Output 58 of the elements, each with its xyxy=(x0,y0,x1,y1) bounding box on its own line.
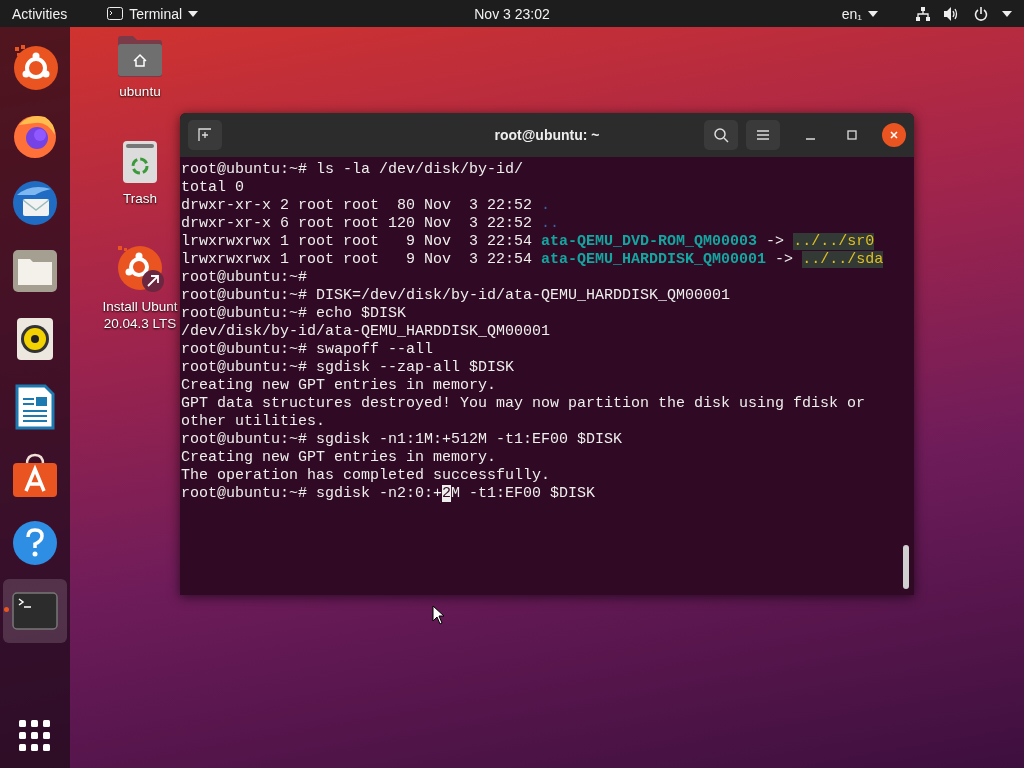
speaker-icon xyxy=(16,317,54,361)
minimize-icon xyxy=(805,138,815,140)
thunderbird-icon xyxy=(11,179,59,227)
terminal-line: lrwxrwxrwx 1 root root 9 Nov 3 22:54 ata-QEMU_DVD-ROM_QM00003 -> ../../sr0 xyxy=(181,233,875,251)
scrollbar-thumb[interactable] xyxy=(903,545,909,589)
terminal-line: root@ubuntu:~# sgdisk -n1:1M:+512M -t1:EF00 $DISK xyxy=(181,431,623,449)
activities-button[interactable]: Activities xyxy=(12,5,68,22)
terminal-line: total 0 xyxy=(181,179,244,197)
shopping-bag-icon xyxy=(12,452,58,498)
terminal-line: /dev/disk/by-id/ata-QEMU_HARDDISK_QM00001 xyxy=(181,323,551,341)
terminal-line: root@ubuntu:~# swapoff --all xyxy=(181,341,434,359)
folder-icon xyxy=(12,249,58,293)
maximize-icon xyxy=(847,130,857,140)
terminal-line: drwxr-xr-x 2 root root 80 Nov 3 22:52 . xyxy=(181,197,551,215)
search-button[interactable] xyxy=(704,120,738,150)
caret-icon xyxy=(188,10,199,17)
network-icon[interactable] xyxy=(916,6,930,21)
terminal-line: Creating new GPT entries in memory. xyxy=(181,449,497,467)
close-icon xyxy=(889,130,899,140)
terminal-line: root@ubuntu:~# ls -la /dev/disk/by-id/ xyxy=(181,161,524,179)
volume-icon[interactable] xyxy=(944,6,960,21)
menu-button[interactable] xyxy=(746,120,780,150)
desktop-icon-label[interactable]: Install Ubunt 20.04.3 LTS xyxy=(102,298,178,332)
app-menu[interactable]: Terminal xyxy=(107,5,199,22)
terminal-icon xyxy=(107,7,124,20)
terminal-line: lrwxrwxrwx 1 root root 9 Nov 3 22:54 ata-QEMU_HARDDISK_QM00001 -> ../../sda xyxy=(181,251,884,269)
new-tab-icon xyxy=(197,127,213,143)
desktop-icon-label[interactable]: Trash xyxy=(123,190,157,207)
terminal-line: drwxr-xr-x 6 root root 120 Nov 3 22:52 .. xyxy=(181,215,560,233)
installer-icon xyxy=(11,43,59,91)
caret-icon xyxy=(868,10,878,17)
terminal-line: root@ubuntu:~# sgdisk -n2:0:+2M -t1:EF00 $DISK xyxy=(181,485,596,503)
app-grid-icon[interactable] xyxy=(19,720,51,752)
terminal-line: root@ubuntu:~# sgdisk --zap-all $DISK xyxy=(181,359,515,377)
desktop-icon-label[interactable]: ubuntu xyxy=(119,83,161,100)
window-title: root@ubuntu: ~ xyxy=(494,127,600,143)
terminal-line: The operation has completed successfully. xyxy=(181,467,551,485)
terminal-line: root@ubuntu:~# xyxy=(181,269,308,287)
terminal-line: Creating new GPT entries in memory. xyxy=(181,377,497,395)
document-icon xyxy=(15,384,55,430)
caret-icon[interactable] xyxy=(1002,10,1012,17)
new-tab-button[interactable] xyxy=(188,120,222,150)
mouse-pointer-icon xyxy=(432,605,445,625)
terminal-line: root@ubuntu:~# DISK=/dev/disk/by-id/ata-QEMU_HARDDISK_QM00001 xyxy=(181,287,731,305)
terminal-icon xyxy=(12,592,58,630)
keyboard-layout-menu[interactable]: en₁ xyxy=(841,5,878,22)
trash-icon xyxy=(122,140,158,184)
power-icon[interactable] xyxy=(974,6,988,21)
search-icon xyxy=(713,127,729,143)
menu-icon xyxy=(756,129,770,141)
installer-icon xyxy=(116,244,164,292)
clock[interactable]: Nov 3 23:02 xyxy=(474,5,550,22)
close-button[interactable] xyxy=(882,123,906,147)
terminal-line: other utilities. xyxy=(181,413,326,431)
terminal-line: root@ubuntu:~# echo $DISK xyxy=(181,305,407,323)
help-icon xyxy=(12,520,58,566)
home-folder-icon xyxy=(117,35,163,77)
terminal-line: GPT data structures destroyed! You may now partition the disk using fdisk or xyxy=(181,395,866,413)
